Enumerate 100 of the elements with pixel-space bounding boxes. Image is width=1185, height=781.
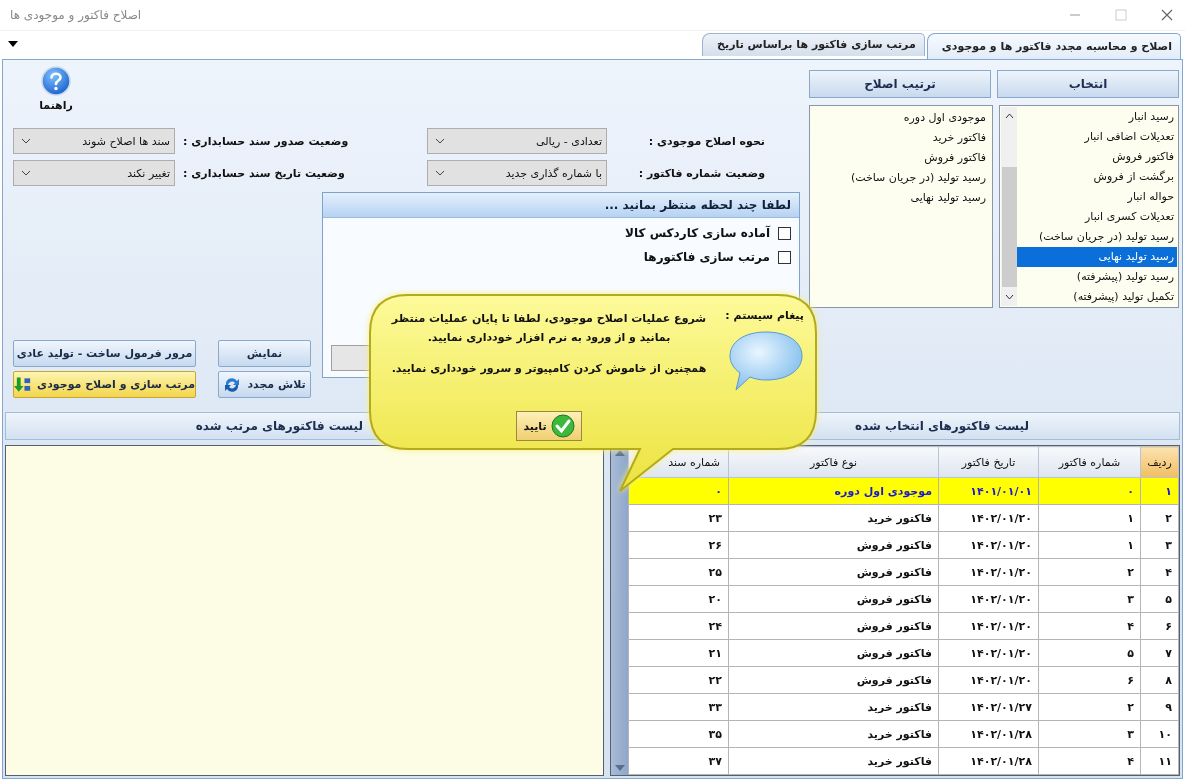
table-cell: ۲۳ — [628, 504, 729, 532]
table-cell: ۲۱ — [628, 639, 729, 667]
chevron-icon — [435, 138, 445, 144]
table-cell: ۱۴۰۲/۰۱/۲۰ — [938, 666, 1039, 694]
table-cell: ۳۵ — [628, 720, 729, 748]
table-cell: ۴ — [1140, 558, 1179, 586]
table-row[interactable]: ۴ ۲ ۱۴۰۲/۰۱/۲۰ فاکتور فروش ۲۵ — [628, 558, 1179, 586]
action-button[interactable]: مرتب سازی و اصلاح موجودی — [13, 371, 196, 398]
list-item[interactable]: فاکتور فروش — [813, 148, 989, 168]
table-cell: ۳ — [1038, 585, 1141, 613]
table-cell: ۱ — [1140, 477, 1179, 505]
list-item[interactable]: برگشت از فروش — [1017, 167, 1177, 187]
dropdown[interactable]: تعدادی - ریالی — [427, 128, 607, 154]
table-cell: ۱۱ — [1140, 747, 1179, 775]
caret-icon[interactable] — [8, 41, 18, 47]
dropdown[interactable]: با شماره گذاری جدید — [427, 160, 607, 186]
speech-bubble-icon — [728, 330, 804, 392]
table-cell: ۰ — [628, 477, 729, 505]
table-cell: فاکتور فروش — [728, 612, 939, 640]
checkbox[interactable] — [778, 250, 791, 264]
refresh-icon — [223, 375, 242, 394]
table-cell: فاکتور خرید — [728, 504, 939, 532]
confirm-button[interactable]: تایید — [516, 411, 582, 441]
list-item[interactable]: فاکتور فروش — [1017, 147, 1177, 167]
table-cell: فاکتور فروش — [728, 585, 939, 613]
list-item[interactable]: تعدیلات کسری انبار — [1017, 207, 1177, 227]
checkbox[interactable] — [778, 226, 791, 240]
table-cell: ۱۴۰۲/۰۱/۲۰ — [938, 531, 1039, 559]
list-item[interactable]: رسید تولید نهایی — [1017, 247, 1177, 267]
list-item[interactable]: حواله انبار — [1017, 187, 1177, 207]
table-row[interactable]: ۷ ۵ ۱۴۰۲/۰۱/۲۰ فاکتور فروش ۲۱ — [628, 639, 1179, 667]
table-cell: فاکتور خرید — [728, 747, 939, 775]
table-cell: فاکتور فروش — [728, 531, 939, 559]
dropdown[interactable]: تغییر نکند — [13, 160, 175, 186]
table-row[interactable]: ۱ ۰ ۱۴۰۱/۰۱/۰۱ موجودی اول دوره ۰ — [628, 477, 1179, 505]
scroll-thumb[interactable] — [1001, 166, 1017, 287]
tab[interactable]: اصلاح و محاسبه مجدد فاکتور ها و موجودی — [926, 33, 1181, 59]
table-cell: ۲ — [1038, 558, 1141, 586]
column-header[interactable]: ردیف — [1140, 446, 1179, 478]
list-item[interactable]: موجودی اول دوره — [813, 108, 989, 128]
table-row[interactable]: ۹ ۲ ۱۴۰۲/۰۱/۲۷ فاکتور خرید ۳۳ — [628, 693, 1179, 721]
selection-header[interactable]: انتخاب — [997, 70, 1179, 98]
action-button[interactable]: نمایش — [218, 340, 311, 367]
table-cell: فاکتور فروش — [728, 558, 939, 586]
scroll-up-icon[interactable] — [1004, 113, 1014, 119]
list-item[interactable]: رسید انبار — [1017, 107, 1177, 127]
table-cell: ۸ — [1140, 666, 1179, 694]
table-cell: فاکتور فروش — [728, 639, 939, 667]
table-cell: فاکتور خرید — [728, 720, 939, 748]
message-text: همچنین از خاموش کردن کامپیوتر و سرور خودداری نمایید. — [391, 361, 707, 377]
scrollbar[interactable] — [1001, 107, 1017, 306]
table-row[interactable]: ۵ ۳ ۱۴۰۲/۰۱/۲۰ فاکتور فروش ۲۰ — [628, 585, 1179, 613]
table-cell: ۳ — [1038, 720, 1141, 748]
table-cell: موجودی اول دوره — [728, 477, 939, 505]
table-cell: ۱۴۰۲/۰۱/۲۰ — [938, 612, 1039, 640]
table-cell: ۱ — [1038, 531, 1141, 559]
setting-label: وضعیت صدور سند حسابداری : — [183, 134, 349, 148]
list-item[interactable]: رسید تولید (در جریان ساخت) — [813, 168, 989, 188]
close-icon[interactable] — [1161, 9, 1173, 21]
list-item[interactable]: تکمیل تولید (پیشرفته) — [1017, 287, 1177, 307]
table-row[interactable]: ۸ ۶ ۱۴۰۲/۰۱/۲۰ فاکتور فروش ۲۲ — [628, 666, 1179, 694]
list-item[interactable]: رسید تولید (در جریان ساخت) — [1017, 227, 1177, 247]
table-row[interactable]: ۳ ۱ ۱۴۰۲/۰۱/۲۰ فاکتور فروش ۲۶ — [628, 531, 1179, 559]
window-title: اصلاح فاکتور و موجودی ها — [10, 8, 142, 22]
tab[interactable]: مرتب سازی فاکتور ها براساس تاریخ — [702, 33, 925, 56]
action-button[interactable]: تلاش مجدد — [218, 371, 311, 398]
order-header[interactable]: ترتیب اصلاح — [809, 70, 991, 98]
setting-label: وضعیت تاریخ سند حسابداری : — [183, 166, 345, 180]
table-cell: ۲۶ — [628, 531, 729, 559]
column-header[interactable]: شماره فاکتور — [1038, 446, 1141, 478]
list-item[interactable]: فاکتور خرید — [813, 128, 989, 148]
dialog-title: لطفا چند لحظه منتظر بمانید ... — [323, 193, 799, 218]
chevron-icon — [21, 170, 31, 176]
list-item[interactable]: رسید تولید (پیشرفته) — [1017, 267, 1177, 287]
table-cell: ۶ — [1038, 666, 1141, 694]
column-header[interactable]: نوع فاکتور — [728, 446, 939, 478]
table-cell: ۱۴۰۲/۰۱/۲۸ — [938, 747, 1039, 775]
step-label: مرتب سازی فاکتورها — [643, 250, 770, 264]
table-cell: ۱۴۰۲/۰۱/۲۰ — [938, 585, 1039, 613]
check-icon — [550, 414, 575, 438]
table-row[interactable]: ۱۱ ۴ ۱۴۰۲/۰۱/۲۸ فاکتور خرید ۳۷ — [628, 747, 1179, 775]
table-cell: ۲۴ — [628, 612, 729, 640]
dropdown[interactable]: سند ها اصلاح شوند — [13, 128, 175, 154]
table-row[interactable]: ۲ ۱ ۱۴۰۲/۰۱/۲۰ فاکتور خرید ۲۳ — [628, 504, 1179, 532]
table-row[interactable]: ۶ ۴ ۱۴۰۲/۰۱/۲۰ فاکتور فروش ۲۴ — [628, 612, 1179, 640]
list-item[interactable]: تعدیلات اضافی انبار — [1017, 127, 1177, 147]
table-cell: ۶ — [1140, 612, 1179, 640]
help-icon[interactable] — [41, 66, 71, 96]
list-item[interactable]: رسید تولید نهایی — [813, 188, 989, 208]
table-cell: ۰ — [1038, 477, 1141, 505]
table-cell: ۱۴۰۲/۰۱/۲۰ — [938, 558, 1039, 586]
scroll-down-icon[interactable] — [1004, 294, 1014, 300]
action-button[interactable]: مرور فرمول ساخت - تولید عادی — [13, 340, 196, 367]
message-text: شروع عملیات اصلاح موجودی، لطفا تا پایان عملیات منتظر بمانید و از ورود به نرم افزار خودداری نمایید. — [390, 311, 708, 346]
message-caption: پیغام سیستم : — [725, 309, 804, 322]
table-cell: ۷ — [1140, 639, 1179, 667]
table-cell: ۱ — [1038, 504, 1141, 532]
column-header[interactable]: تاریخ فاکتور — [938, 446, 1039, 478]
table-row[interactable]: ۱۰ ۳ ۱۴۰۲/۰۱/۲۸ فاکتور خرید ۳۵ — [628, 720, 1179, 748]
table-cell: ۱۴۰۲/۰۱/۲۰ — [938, 504, 1039, 532]
